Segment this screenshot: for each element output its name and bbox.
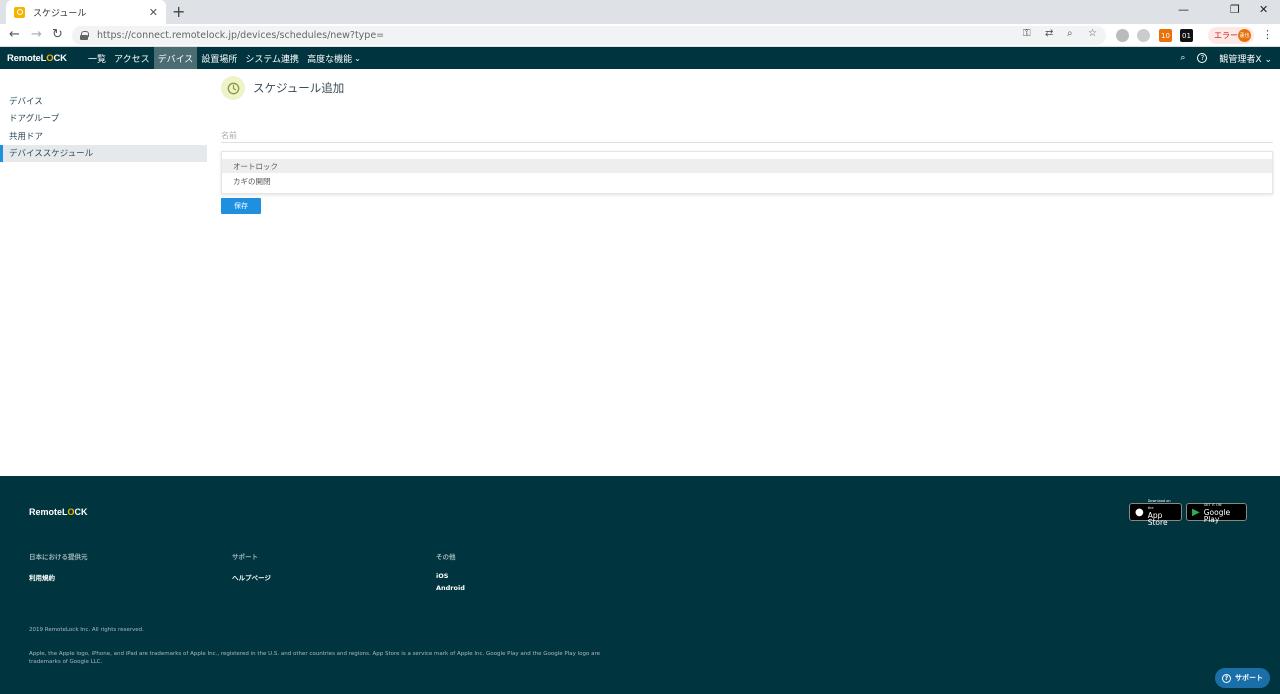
remotelock-logo[interactable]: RemoteLOCK: [0, 53, 84, 64]
help-icon[interactable]: ?: [1197, 53, 1208, 63]
sidebar-item-device-schedules[interactable]: デバイススケジュール: [0, 144, 207, 162]
copyright-text: 2019 RemoteLock Inc. All rights reserved…: [29, 627, 144, 633]
browser-menu-icon[interactable]: ⋮: [1262, 28, 1273, 41]
page-title: スケジュール追加: [253, 81, 345, 95]
name-placeholder: 名前: [221, 131, 237, 140]
google-play-badge[interactable]: ▶ GET IT ON Google Play: [1186, 503, 1247, 523]
translate-icon[interactable]: ⇄: [1045, 28, 1053, 39]
remotelock-favicon-icon: [14, 6, 25, 18]
avatar: 蓮也: [1238, 29, 1251, 42]
help-icon: ?: [1222, 673, 1231, 683]
new-tab-button[interactable]: +: [172, 2, 185, 21]
footer-column-support: サポート ヘルプページ: [232, 551, 271, 586]
nav-item-advanced[interactable]: 高度な機能 ⌄: [303, 47, 365, 69]
help-page-link[interactable]: ヘルプページ: [232, 572, 271, 582]
footer-heading: 日本における提供元: [29, 553, 88, 561]
footer-logo[interactable]: RemoteLOCK: [29, 507, 88, 517]
footer-heading: その他: [436, 553, 456, 561]
dropdown-option-lock-unlock[interactable]: カギの開閉: [222, 174, 1272, 188]
extension-gray-icon[interactable]: [1116, 29, 1129, 42]
profile-error-pill[interactable]: エラー 蓮也: [1208, 27, 1254, 44]
url-text: https://connect.remotelock.jp/devices/sc…: [97, 30, 385, 41]
app-store-badge[interactable]: ● Download on the App Store: [1129, 499, 1182, 526]
nav-item-locations[interactable]: 設置場所: [197, 47, 241, 69]
browser-toolbar: ← → ↻ https://connect.remotelock.jp/devi…: [0, 24, 1280, 47]
search-icon[interactable]: ⌕: [1180, 53, 1185, 63]
sidebar-item-devices[interactable]: デバイス: [0, 92, 207, 110]
play-icon: ▶: [1192, 506, 1200, 518]
android-link[interactable]: Android: [436, 584, 465, 592]
nav-item-integrations[interactable]: システム連携: [241, 47, 303, 69]
extension-circle-icon[interactable]: [1137, 29, 1150, 42]
tab-close-icon[interactable]: ✕: [149, 6, 158, 19]
reload-icon[interactable]: ↻: [52, 27, 63, 42]
sidebar-item-door-groups[interactable]: ドアグループ: [0, 110, 207, 128]
sidebar: デバイス ドアグループ 共用ドア デバイススケジュール: [0, 92, 207, 162]
footer-column-other: その他 iOS Android: [436, 551, 465, 596]
dropdown-option-autolock[interactable]: オートロック: [222, 159, 1272, 173]
browser-tabstrip: スケジュール ✕ + — ❐ ✕: [0, 0, 1280, 24]
terms-link[interactable]: 利用規約: [29, 572, 88, 582]
footer-heading: サポート: [232, 553, 258, 561]
nav-item-access[interactable]: アクセス: [110, 47, 154, 69]
nav-item-devices[interactable]: デバイス: [153, 47, 198, 69]
window-close-icon[interactable]: ✕: [1259, 3, 1268, 16]
bookmark-star-icon[interactable]: ☆: [1088, 28, 1097, 39]
restore-icon[interactable]: ❐: [1230, 3, 1240, 16]
support-label: サポート: [1235, 674, 1263, 682]
schedule-type-dropdown[interactable]: オートロック カギの開閉: [221, 151, 1273, 194]
browser-tab[interactable]: スケジュール ✕: [6, 0, 166, 24]
back-icon[interactable]: ←: [9, 27, 20, 42]
name-input[interactable]: 名前: [221, 124, 1273, 143]
nav-item-advanced-label: 高度な機能: [307, 54, 353, 65]
sidebar-item-shared-doors[interactable]: 共用ドア: [0, 127, 207, 145]
extension-calendar-icon[interactable]: 10: [1159, 29, 1172, 42]
legal-text: Apple, the Apple logo, iPhone, and iPad …: [29, 651, 601, 665]
chevron-down-icon: ⌄: [354, 53, 361, 63]
tab-title: スケジュール: [33, 8, 87, 19]
address-bar[interactable]: https://connect.remotelock.jp/devices/sc…: [72, 26, 1106, 45]
error-label: エラー: [1214, 31, 1238, 40]
extension-01-icon[interactable]: 01: [1180, 29, 1193, 42]
footer: RemoteLOCK 日本における提供元 利用規約 サポート ヘルプページ その…: [0, 476, 1280, 694]
forward-icon[interactable]: →: [31, 27, 42, 42]
user-menu[interactable]: 観管理者X ⌄: [1219, 52, 1272, 65]
footer-column-provider: 日本における提供元 利用規約: [29, 551, 88, 586]
lock-icon: [80, 31, 89, 40]
apple-icon: ●: [1135, 506, 1144, 518]
ios-link[interactable]: iOS: [436, 572, 465, 580]
minimize-icon[interactable]: —: [1178, 3, 1189, 16]
support-button[interactable]: ? サポート: [1215, 668, 1270, 688]
app-nav-bar: RemoteLOCK 一覧 アクセス デバイス 設置場所 システム連携 高度な機…: [0, 47, 1280, 69]
nav-item-list[interactable]: 一覧: [84, 47, 110, 69]
key-icon[interactable]: ⚿: [1023, 28, 1031, 39]
clock-icon: [221, 76, 245, 100]
zoom-icon[interactable]: ⌕: [1067, 28, 1073, 39]
page-header: スケジュール追加: [221, 76, 344, 100]
save-button[interactable]: 保存: [221, 198, 261, 214]
